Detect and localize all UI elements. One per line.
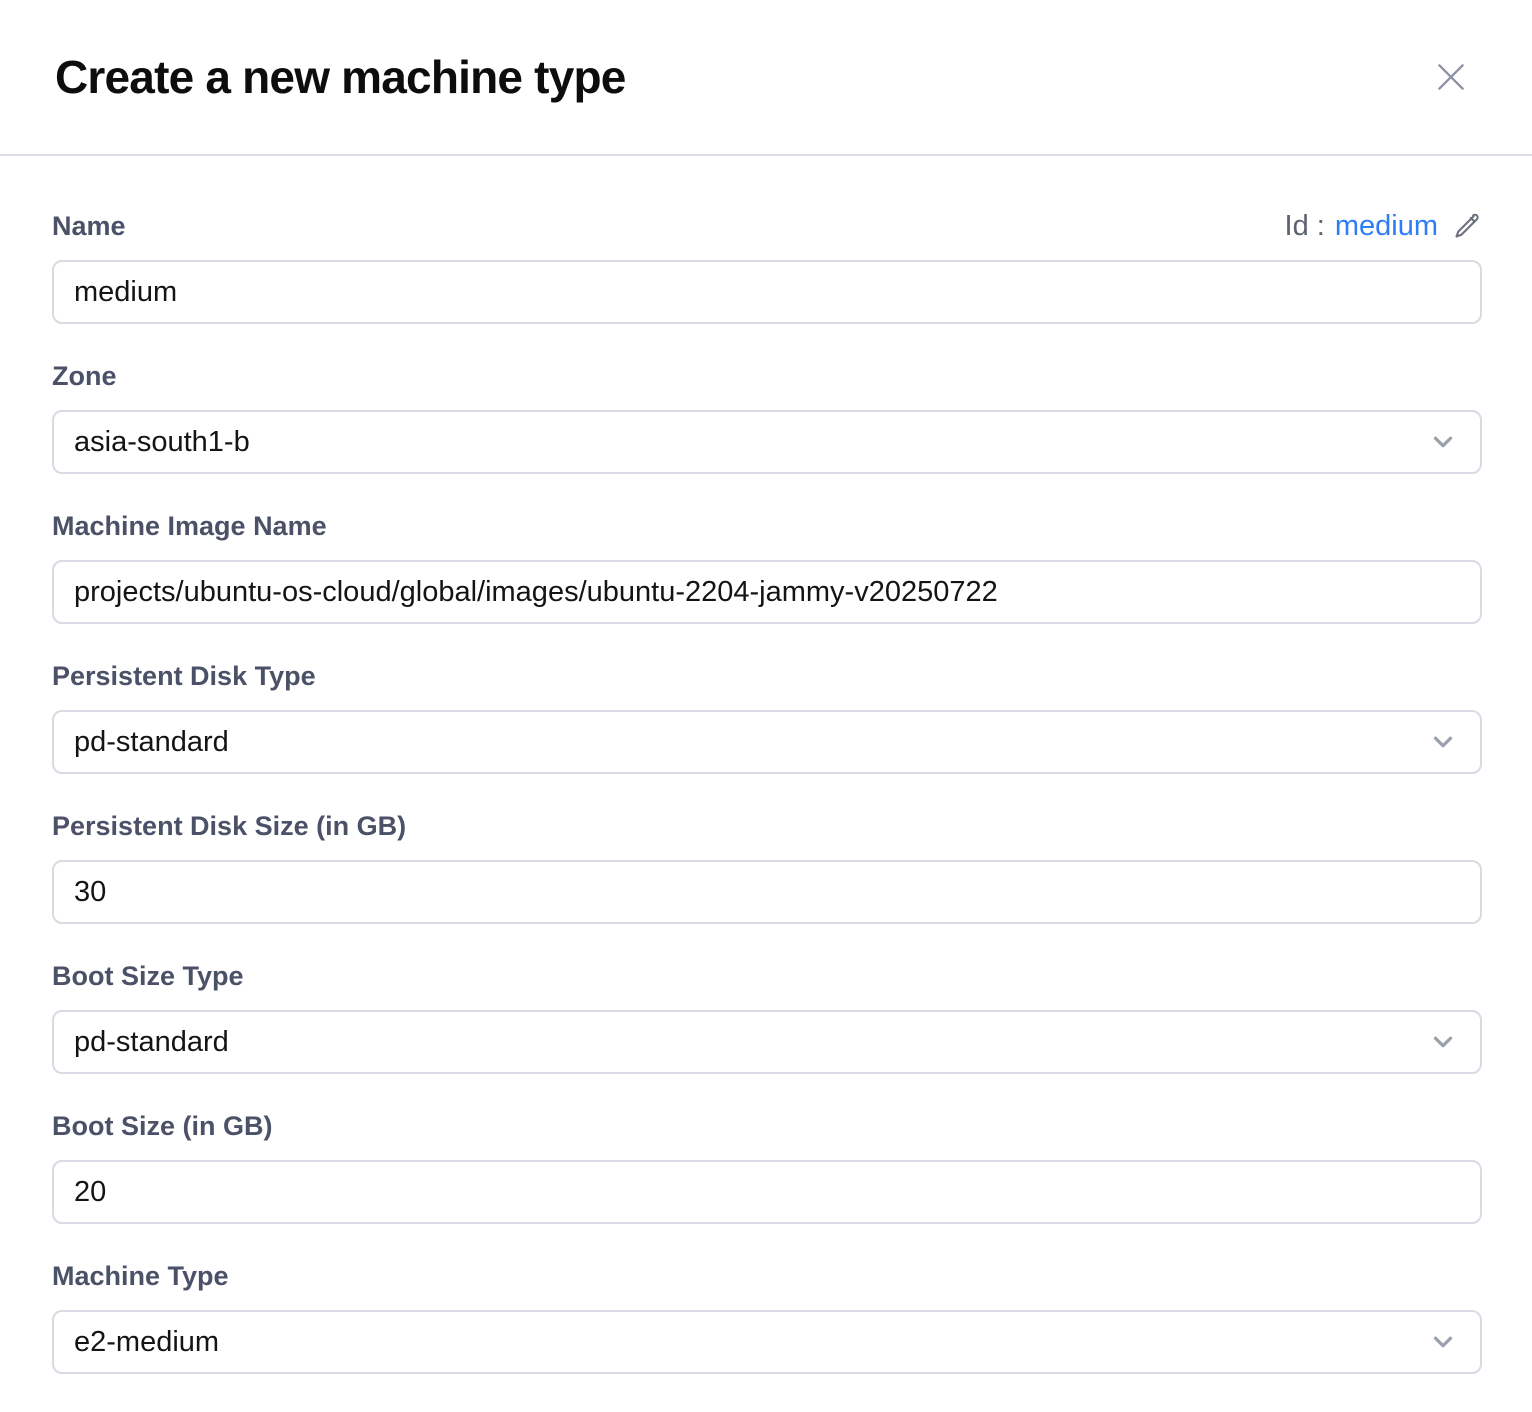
field-machine-type: Machine Type e2-medium <box>52 1260 1482 1374</box>
id-label: Id : <box>1285 210 1325 242</box>
pencil-icon <box>1452 211 1482 241</box>
id-row: Id : medium <box>1285 210 1482 242</box>
close-button[interactable] <box>1428 54 1474 100</box>
field-boot-size-type: Boot Size Type pd-standard <box>52 960 1482 1074</box>
boot-size-type-select[interactable]: pd-standard <box>52 1010 1482 1074</box>
boot-size-type-field-label: Boot Size Type <box>52 960 1482 992</box>
name-field-label: Name <box>52 210 126 242</box>
chevron-down-icon <box>1428 427 1458 457</box>
chevron-down-icon <box>1428 1327 1458 1357</box>
machine-type-select-value: e2-medium <box>74 1326 219 1359</box>
zone-field-label: Zone <box>52 360 1482 392</box>
persistent-disk-size-field-label: Persistent Disk Size (in GB) <box>52 810 1482 842</box>
close-icon <box>1431 57 1471 97</box>
edit-id-button[interactable] <box>1452 211 1482 241</box>
modal-header: Create a new machine type <box>0 0 1532 156</box>
create-machine-type-modal: Create a new machine type Name Id : medi… <box>0 0 1532 1412</box>
name-label-row: Name Id : medium <box>52 210 1482 242</box>
chevron-down-icon <box>1428 727 1458 757</box>
persistent-disk-size-input[interactable] <box>52 860 1482 924</box>
zone-select-value: asia-south1-b <box>74 426 250 459</box>
page-title: Create a new machine type <box>55 50 1477 105</box>
chevron-down-icon <box>1428 1027 1458 1057</box>
field-persistent-disk-size: Persistent Disk Size (in GB) <box>52 810 1482 924</box>
id-value: medium <box>1335 210 1438 242</box>
name-input[interactable] <box>52 260 1482 324</box>
machine-type-select[interactable]: e2-medium <box>52 1310 1482 1374</box>
field-zone: Zone asia-south1-b <box>52 360 1482 474</box>
field-machine-image-name: Machine Image Name <box>52 510 1482 624</box>
zone-select[interactable]: asia-south1-b <box>52 410 1482 474</box>
machine-image-name-field-label: Machine Image Name <box>52 510 1482 542</box>
persistent-disk-type-select-value: pd-standard <box>74 726 229 759</box>
modal-body: Name Id : medium <box>0 156 1532 1374</box>
field-persistent-disk-type: Persistent Disk Type pd-standard <box>52 660 1482 774</box>
field-boot-size: Boot Size (in GB) <box>52 1110 1482 1224</box>
field-name: Name Id : medium <box>52 210 1482 324</box>
boot-size-type-select-value: pd-standard <box>74 1026 229 1059</box>
boot-size-input[interactable] <box>52 1160 1482 1224</box>
persistent-disk-type-field-label: Persistent Disk Type <box>52 660 1482 692</box>
persistent-disk-type-select[interactable]: pd-standard <box>52 710 1482 774</box>
boot-size-field-label: Boot Size (in GB) <box>52 1110 1482 1142</box>
machine-image-name-input[interactable] <box>52 560 1482 624</box>
machine-type-field-label: Machine Type <box>52 1260 1482 1292</box>
